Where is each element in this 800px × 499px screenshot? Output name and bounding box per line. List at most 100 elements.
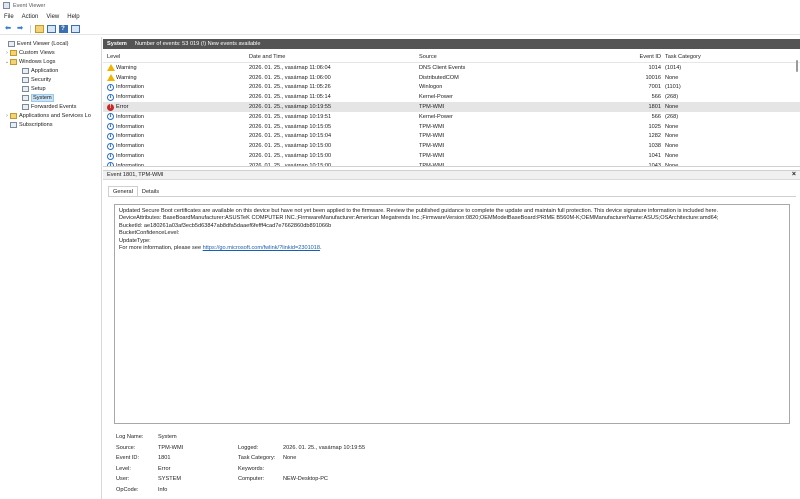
menu-view[interactable]: View (46, 14, 59, 20)
tree-item-security[interactable]: Security (0, 75, 101, 84)
event-source-cell: Winlogon (419, 84, 443, 91)
event-level-cell: i Information (103, 93, 249, 101)
tab-divider (108, 196, 796, 197)
information-icon: i (107, 83, 114, 91)
event-level-text: Information (116, 143, 144, 150)
event-category-cell: None (665, 133, 679, 140)
column-header-level[interactable]: Level (103, 54, 249, 60)
event-row[interactable]: i Information 2026. 01. 25., vasárnap 10:1… (103, 112, 800, 122)
scrollbar-thumb[interactable] (796, 60, 798, 72)
keywords-label: Keywords: (238, 465, 265, 472)
more-info-link[interactable]: https://go.microsoft.com/fwlink/?linkid=… (203, 245, 320, 251)
log-icon (22, 85, 29, 92)
event-level-text: Warning (116, 64, 137, 71)
tree-item-application[interactable]: Application (0, 66, 101, 75)
tree-item-forwarded-events[interactable]: Forwarded Events (0, 102, 101, 111)
event-category-cell: (268) (665, 113, 679, 120)
tree-item-label: Subscriptions (19, 121, 53, 128)
show-hide-tree-button[interactable] (34, 24, 44, 33)
property-row: User: SYSTEM Computer: NEW-Desktop-PC (116, 474, 796, 485)
event-row[interactable]: Warning 2026. 01. 25., vasárnap 11:06:00 D… (103, 73, 800, 83)
event-date-cell: 2026. 01. 25., vasárnap 10:15:00 (249, 162, 332, 167)
back-arrow-icon[interactable]: ⬅ (3, 24, 13, 33)
event-row[interactable]: i Information 2026. 01. 25., vasárnap 11:0… (103, 92, 800, 102)
event-level-text: Information (116, 94, 144, 101)
event-category-cell: None (665, 74, 679, 81)
event-date-cell: 2026. 01. 25., vasárnap 10:15:00 (249, 143, 332, 150)
event-category-cell: (1101) (665, 84, 681, 91)
more-info-suffix: . (320, 245, 322, 252)
tree-item-event-viewer-local[interactable]: Event Viewer (Local) (0, 39, 101, 48)
properties-icon (46, 24, 56, 33)
event-level-cell: ! Error (103, 103, 249, 111)
menu-action[interactable]: Action (22, 14, 39, 20)
opcode-value: Info (158, 486, 168, 493)
tree-item-applications-and-services-lo[interactable]: › Applications and Services Lo (0, 111, 101, 120)
column-header-task-category[interactable]: Task Category (665, 54, 785, 60)
window-title: Event Viewer (13, 2, 46, 9)
logged-value: 2026. 01. 25., vasárnap 10:19:55 (283, 444, 366, 451)
tree-item-label: Event Viewer (Local) (17, 40, 69, 47)
tree-item-windows-logs[interactable]: ⌄ Windows Logs (0, 57, 101, 66)
event-row[interactable]: i Information 2026. 01. 25., vasárnap 10:1… (103, 132, 800, 142)
source-value: TPM-WMI (158, 444, 184, 451)
action-pane-button[interactable] (70, 24, 80, 33)
property-row: Source: TPM-WMI Logged: 2026. 01. 25., v… (116, 443, 796, 454)
event-row[interactable]: i Information 2026. 01. 25., vasárnap 10:1… (103, 161, 800, 167)
column-header-event-id[interactable]: Event ID (619, 54, 665, 60)
tree-item-custom-views[interactable]: › Custom Views (0, 48, 101, 57)
event-row[interactable]: Warning 2026. 01. 25., vasárnap 11:06:04 D… (103, 63, 800, 73)
event-category-cell: None (665, 143, 679, 150)
event-id-value: 1801 (158, 455, 171, 462)
more-info-text: For more information, please see (119, 245, 203, 252)
log-name-label: Log Name: (116, 434, 144, 441)
event-id-cell: 1282 (648, 133, 661, 140)
menu-bar: File Action View Help (0, 11, 800, 22)
event-source-cell: TPM-WMI (419, 104, 445, 111)
event-date-cell: 2026. 01. 25., vasárnap 10:19:55 (249, 104, 332, 111)
tree-item-label: Windows Logs (19, 58, 56, 65)
event-row[interactable]: i Information 2026. 01. 25., vasárnap 10:1… (103, 122, 800, 132)
event-list-header: Level Date and Time Source Event ID Task… (103, 52, 800, 63)
event-list-scrollbar[interactable] (796, 54, 799, 164)
menu-file[interactable]: File (4, 14, 14, 20)
property-row: Log Name: System (116, 432, 796, 443)
event-row[interactable]: i Information 2026. 01. 25., vasárnap 11:0… (103, 83, 800, 93)
event-id-cell: 1025 (648, 123, 661, 130)
event-date-cell: 2026. 01. 25., vasárnap 10:15:05 (249, 123, 332, 130)
log-name: System (107, 41, 127, 47)
tree-item-system[interactable]: System (0, 93, 101, 102)
tree-item-subscriptions[interactable]: Subscriptions (0, 120, 101, 129)
event-level-text: Warning (116, 74, 137, 81)
folder-icon (34, 24, 44, 33)
property-row: Level: Error Keywords: (116, 464, 796, 475)
property-row: Event ID: 1801 Task Category: None (116, 453, 796, 464)
menu-help[interactable]: Help (67, 14, 79, 20)
column-header-date[interactable]: Date and Time (249, 54, 419, 60)
event-detail-title: Event 1801, TPM-WMI × (103, 170, 800, 180)
event-id-cell: 566 (651, 94, 661, 101)
tree-item-label: Forwarded Events (31, 103, 77, 110)
log-header: System Number of events: 53 019 (!) New … (103, 39, 800, 49)
event-level-text: Information (116, 153, 144, 160)
event-source-cell: TPM-WMI (419, 162, 445, 167)
help-button[interactable]: ? (58, 24, 68, 33)
properties-button[interactable] (46, 24, 56, 33)
event-level-cell: i Information (103, 113, 249, 121)
event-row[interactable]: ! Error 2026. 01. 25., vasárnap 10:19:55 TP… (103, 102, 800, 112)
event-row[interactable]: i Information 2026. 01. 25., vasárnap 10:1… (103, 141, 800, 151)
event-viewer-app-icon (3, 2, 10, 9)
opcode-label: OpCode: (116, 486, 139, 493)
event-row[interactable]: i Information 2026. 01. 25., vasárnap 10:1… (103, 151, 800, 161)
tree-item-setup[interactable]: Setup (0, 84, 101, 93)
event-source-cell: Kernel-Power (419, 94, 453, 101)
forward-arrow-icon[interactable]: ➡ (15, 24, 25, 33)
event-source-cell: TPM-WMI (419, 143, 445, 150)
description-line: UpdateType: (119, 237, 151, 244)
event-level-cell: i Information (103, 83, 249, 91)
event-level-cell: Warning (103, 64, 249, 72)
column-header-source[interactable]: Source (419, 54, 619, 60)
close-icon[interactable]: × (792, 171, 796, 178)
user-label: User: (116, 476, 130, 483)
subscriptions-icon (10, 121, 17, 128)
